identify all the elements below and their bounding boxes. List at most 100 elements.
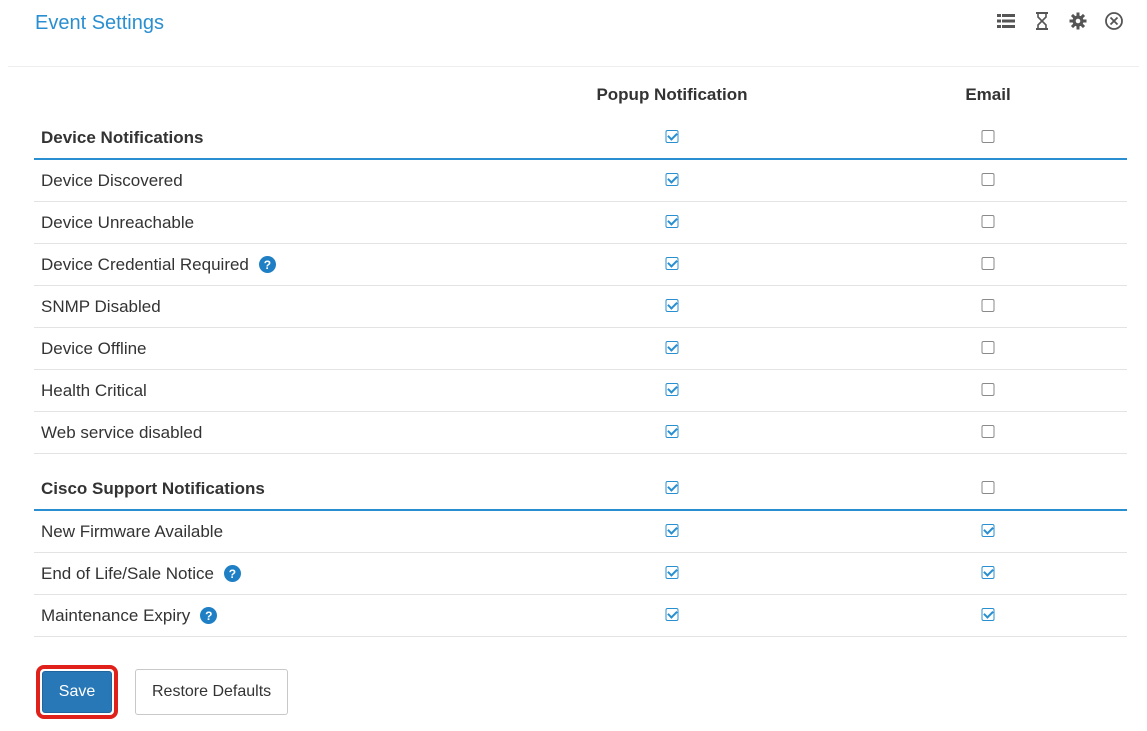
row-label-wrap: Device Discovered <box>41 171 183 191</box>
popup-cell <box>665 339 679 359</box>
popup-checkbox[interactable] <box>665 382 679 396</box>
popup-cell <box>665 606 679 626</box>
popup-cell <box>665 128 679 148</box>
page-title: Event Settings <box>35 12 164 34</box>
row-label: New Firmware Available <box>41 521 224 541</box>
email-checkbox[interactable] <box>981 340 995 354</box>
email-cell <box>981 213 995 233</box>
popup-checkbox[interactable] <box>665 214 679 228</box>
email-cell <box>981 297 995 317</box>
popup-checkbox[interactable] <box>665 298 679 312</box>
section-email-checkbox[interactable] <box>981 129 995 143</box>
email-cell <box>981 171 995 191</box>
row-label: Web service disabled <box>41 422 203 442</box>
popup-cell <box>665 381 679 401</box>
table-row: End of Life/Sale Notice? <box>34 553 1127 595</box>
popup-checkbox[interactable] <box>665 523 679 537</box>
event-settings-table: Popup Notification Email Device Notifica… <box>34 72 1127 637</box>
table-row: Device Credential Required? <box>34 244 1127 286</box>
popup-checkbox[interactable] <box>665 172 679 186</box>
header-divider <box>8 66 1139 67</box>
popup-cell <box>665 479 679 499</box>
row-label-wrap: Device Offline <box>41 339 147 359</box>
row-label-wrap: Web service disabled <box>41 423 202 443</box>
popup-checkbox[interactable] <box>665 340 679 354</box>
section-title: Device Notifications <box>41 127 204 147</box>
popup-cell <box>665 423 679 443</box>
email-checkbox[interactable] <box>981 607 995 621</box>
email-checkbox[interactable] <box>981 256 995 270</box>
table-row: Device Discovered <box>34 160 1127 202</box>
save-button[interactable]: Save <box>42 671 112 713</box>
section-header-row: Device Notifications <box>34 117 1127 160</box>
table-row: Device Offline <box>34 328 1127 370</box>
section-email-checkbox[interactable] <box>981 480 995 494</box>
row-label: Device Offline <box>41 338 147 358</box>
row-label-wrap: New Firmware Available <box>41 522 223 542</box>
table-body: Device Notifications Device Discovered Dev… <box>34 117 1127 637</box>
row-label: Device Credential Required <box>41 254 249 274</box>
column-header-email: Email <box>965 84 1011 104</box>
table-row: Health Critical <box>34 370 1127 412</box>
section-popup-checkbox[interactable] <box>665 129 679 143</box>
popup-checkbox[interactable] <box>665 565 679 579</box>
close-circle-icon[interactable] <box>1103 10 1125 32</box>
hourglass-icon[interactable] <box>1031 10 1053 32</box>
list-icon[interactable] <box>995 10 1017 32</box>
section-popup-checkbox[interactable] <box>665 480 679 494</box>
popup-checkbox[interactable] <box>665 256 679 270</box>
email-cell <box>981 606 995 626</box>
email-cell <box>981 479 995 499</box>
row-label-wrap: Device Unreachable <box>41 213 194 233</box>
table-row: Device Unreachable <box>34 202 1127 244</box>
row-label: Maintenance Expiry <box>41 605 191 625</box>
email-cell <box>981 423 995 443</box>
popup-cell <box>665 255 679 275</box>
email-checkbox[interactable] <box>981 523 995 537</box>
toolbar <box>995 8 1125 34</box>
popup-checkbox[interactable] <box>665 424 679 438</box>
email-checkbox[interactable] <box>981 172 995 186</box>
popup-cell <box>665 171 679 191</box>
row-label-wrap: SNMP Disabled <box>41 297 161 317</box>
help-icon[interactable]: ? <box>200 607 218 624</box>
popup-cell <box>665 564 679 584</box>
email-cell <box>981 564 995 584</box>
row-label: Health Critical <box>41 380 147 400</box>
email-cell <box>981 522 995 542</box>
table-row: Maintenance Expiry? <box>34 595 1127 637</box>
row-label: End of Life/Sale Notice <box>41 563 214 583</box>
section-header-row: Cisco Support Notifications <box>34 468 1127 511</box>
table-row: SNMP Disabled <box>34 286 1127 328</box>
popup-cell <box>665 522 679 542</box>
row-label: Device Unreachable <box>41 212 195 232</box>
email-checkbox[interactable] <box>981 382 995 396</box>
column-header-popup: Popup Notification <box>596 84 748 104</box>
table-header: Popup Notification Email <box>34 72 1127 117</box>
email-checkbox[interactable] <box>981 565 995 579</box>
gear-icon[interactable] <box>1067 10 1089 32</box>
help-icon[interactable]: ? <box>223 565 241 582</box>
email-cell <box>981 339 995 359</box>
email-checkbox[interactable] <box>981 424 995 438</box>
email-checkbox[interactable] <box>981 298 995 312</box>
row-label: Device Discovered <box>41 170 183 190</box>
restore-defaults-button[interactable]: Restore Defaults <box>135 669 289 715</box>
save-highlight: Save <box>36 665 118 719</box>
help-icon[interactable]: ? <box>258 256 276 273</box>
popup-cell <box>665 213 679 233</box>
row-label-wrap: Health Critical <box>41 381 147 401</box>
row-label-wrap: Device Credential Required? <box>41 255 276 275</box>
email-checkbox[interactable] <box>981 214 995 228</box>
table-row: Web service disabled <box>34 412 1127 454</box>
email-cell <box>981 381 995 401</box>
section-title: Cisco Support Notifications <box>41 478 265 498</box>
popup-checkbox[interactable] <box>665 607 679 621</box>
form-actions: Save Restore Defaults <box>36 665 289 719</box>
email-cell <box>981 255 995 275</box>
table-row: New Firmware Available <box>34 511 1127 553</box>
row-label: SNMP Disabled <box>41 296 161 316</box>
popup-cell <box>665 297 679 317</box>
row-label-wrap: End of Life/Sale Notice? <box>41 564 241 584</box>
